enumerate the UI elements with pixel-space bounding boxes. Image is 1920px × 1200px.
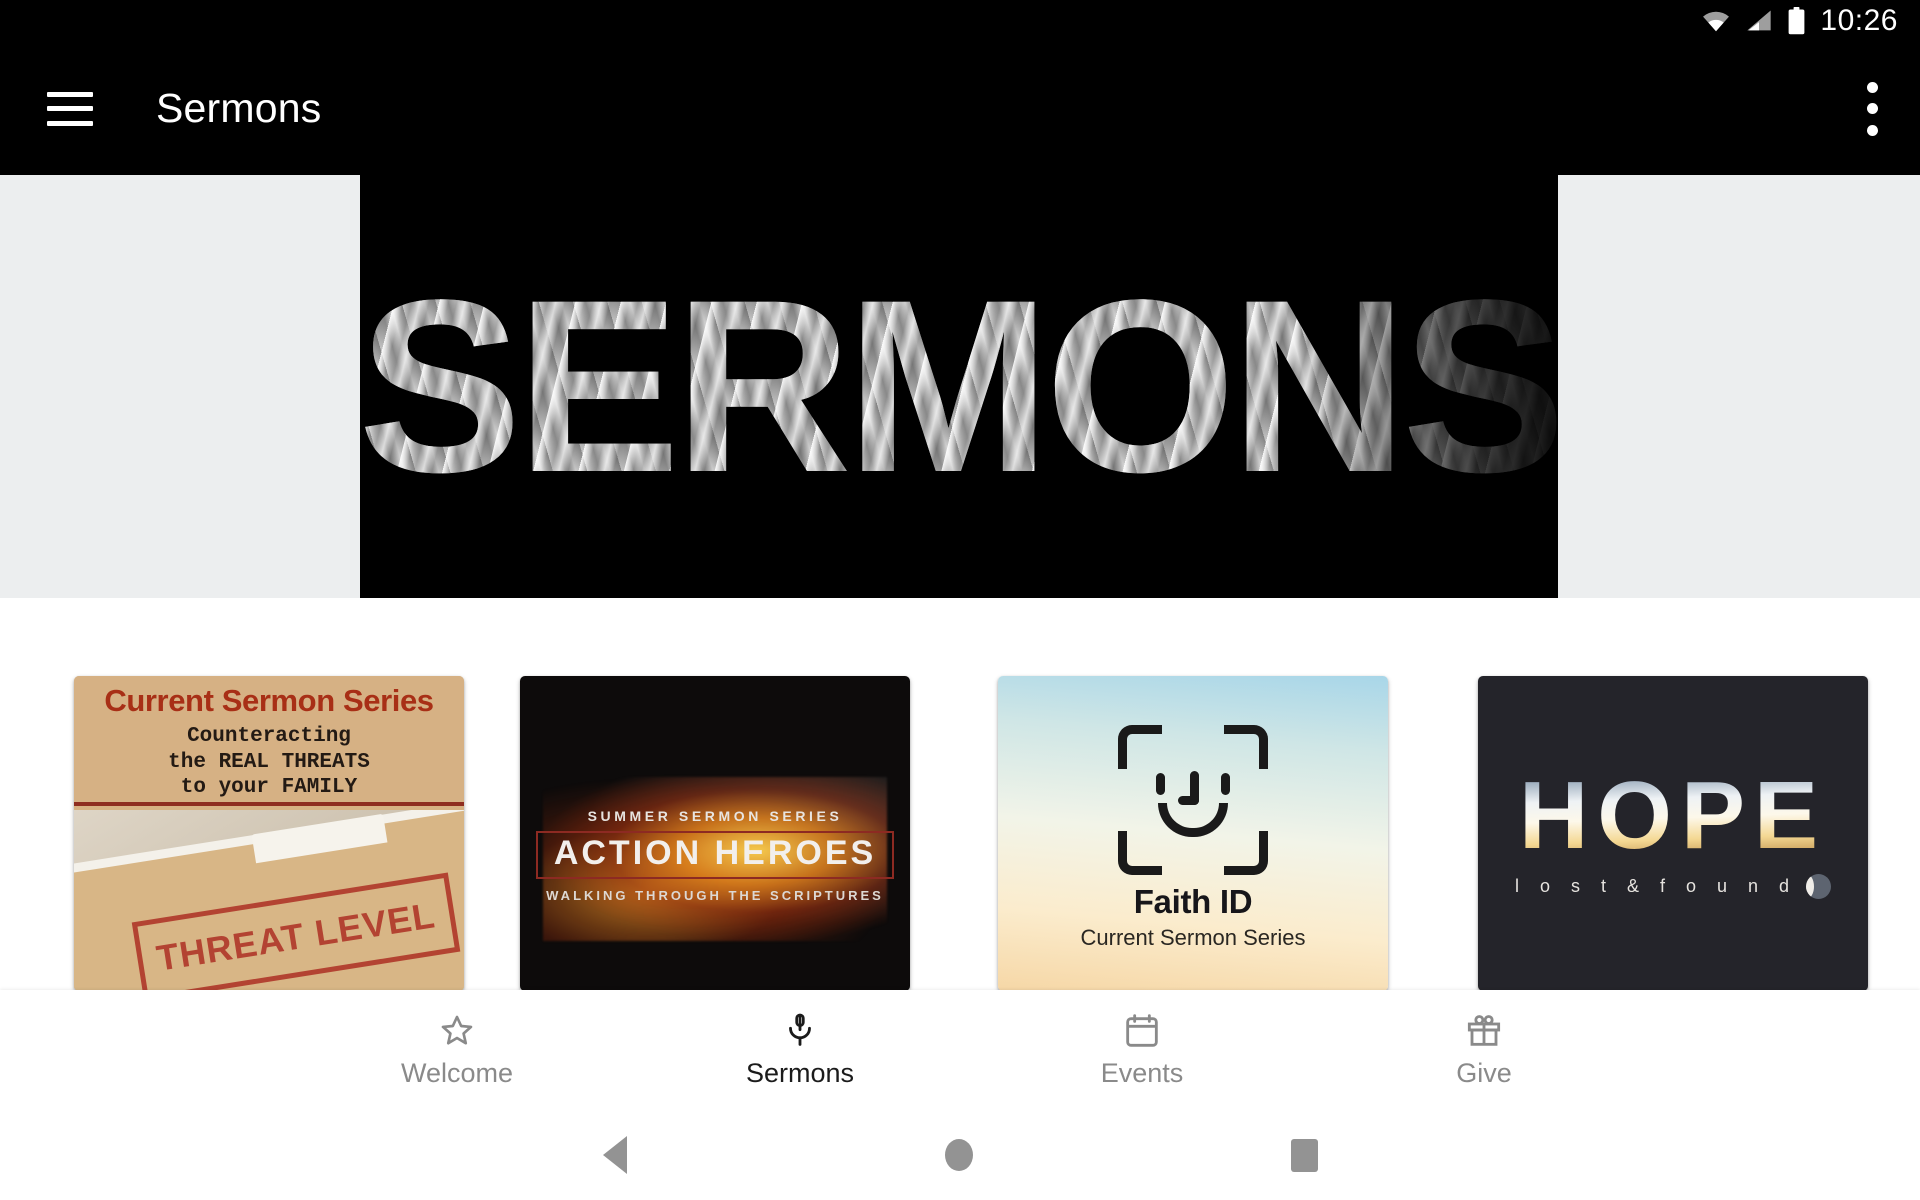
hamburger-menu-icon[interactable]: [47, 91, 93, 126]
sermon-card-threat-level[interactable]: Current Sermon Series Counteracting the …: [74, 676, 464, 991]
card-title: Faith ID: [1133, 882, 1253, 920]
page-title: Sermons: [156, 85, 322, 131]
calendar-icon: [1126, 1014, 1158, 1047]
bottom-navigation-bar: Welcome Sermons Events Give: [0, 990, 1920, 1110]
cell-signal-icon: [1745, 9, 1773, 33]
hero-banner[interactable]: SERMONS: [0, 175, 1920, 598]
nav-item-sermons[interactable]: Sermons: [745, 1011, 855, 1089]
microphone-icon: [789, 1013, 811, 1046]
card-title: Current Sermon Series: [104, 683, 434, 719]
nav-label-give: Give: [1456, 1058, 1512, 1088]
gift-icon: [1467, 1015, 1501, 1046]
card-photo: THREAT LEVEL: [74, 810, 464, 991]
nav-label-events: Events: [1100, 1058, 1184, 1088]
nav-item-welcome[interactable]: Welcome: [401, 1011, 513, 1089]
battery-icon: [1787, 7, 1806, 35]
recents-square-icon[interactable]: [1290, 1138, 1318, 1172]
status-bar: 10:26: [0, 0, 1920, 42]
card-subtitle: WALKING THROUGH THE SCRIPTURES: [546, 887, 884, 903]
more-vertical-icon[interactable]: [1866, 81, 1878, 136]
card-text-block: SUMMER SERMON SERIES ACTION HEROES WALKI…: [520, 808, 910, 903]
sermon-card-faith-id[interactable]: Faith ID Current Sermon Series: [998, 676, 1388, 991]
nav-item-events[interactable]: Events: [1087, 1011, 1197, 1089]
app-root: 10:26 Sermons SERMONS Current Sermon Ser…: [0, 0, 1920, 1200]
card-title: ACTION HEROES: [535, 831, 895, 879]
card-eyebrow: SUMMER SERMON SERIES: [587, 808, 843, 825]
back-triangle-icon[interactable]: [602, 1136, 627, 1174]
android-system-nav: [0, 1110, 1920, 1200]
hero-image: SERMONS: [360, 175, 1558, 598]
card-subtitle-line-3: to your FAMILY: [180, 776, 358, 800]
card-header: Current Sermon Series Counteracting the …: [74, 676, 464, 806]
nav-label-sermons: Sermons: [745, 1058, 855, 1088]
card-title: HOPE: [1518, 762, 1828, 869]
status-bar-time: 10:26: [1820, 4, 1898, 37]
card-subtitle-line-2: the REAL THREATS: [168, 750, 370, 774]
sermon-card-action-heroes[interactable]: SUMMER SERMON SERIES ACTION HEROES WALKI…: [520, 676, 910, 991]
star-icon: [441, 1015, 473, 1045]
home-circle-icon[interactable]: [944, 1139, 973, 1171]
card-subtitle: Current Sermon Series: [1080, 924, 1306, 950]
face-id-smiley-icon: [1118, 724, 1268, 875]
hero-wordmark: SERMONS: [360, 248, 1558, 524]
nav-item-give[interactable]: Give: [1429, 1011, 1539, 1089]
moon-dot-icon: [1806, 874, 1832, 899]
card-subtitle: l o s t & f o u n d: [1514, 876, 1798, 896]
card-subtitle-line-1: Counteracting: [187, 725, 351, 749]
sermon-card-hope[interactable]: HOPE l o s t & f o u n d: [1478, 676, 1868, 991]
card-subtitle: Counteracting the REAL THREATS to your F…: [168, 724, 370, 801]
card-subtitle-row: l o s t & f o u n d: [1514, 874, 1832, 899]
sermon-series-card-row: Current Sermon Series Counteracting the …: [0, 676, 1920, 1006]
app-bar: Sermons: [0, 42, 1920, 175]
nav-label-welcome: Welcome: [400, 1058, 514, 1088]
card-text-block: Faith ID Current Sermon Series: [998, 676, 1388, 991]
card-text-block: HOPE l o s t & f o u n d: [1478, 676, 1868, 991]
wifi-icon: [1701, 9, 1731, 33]
